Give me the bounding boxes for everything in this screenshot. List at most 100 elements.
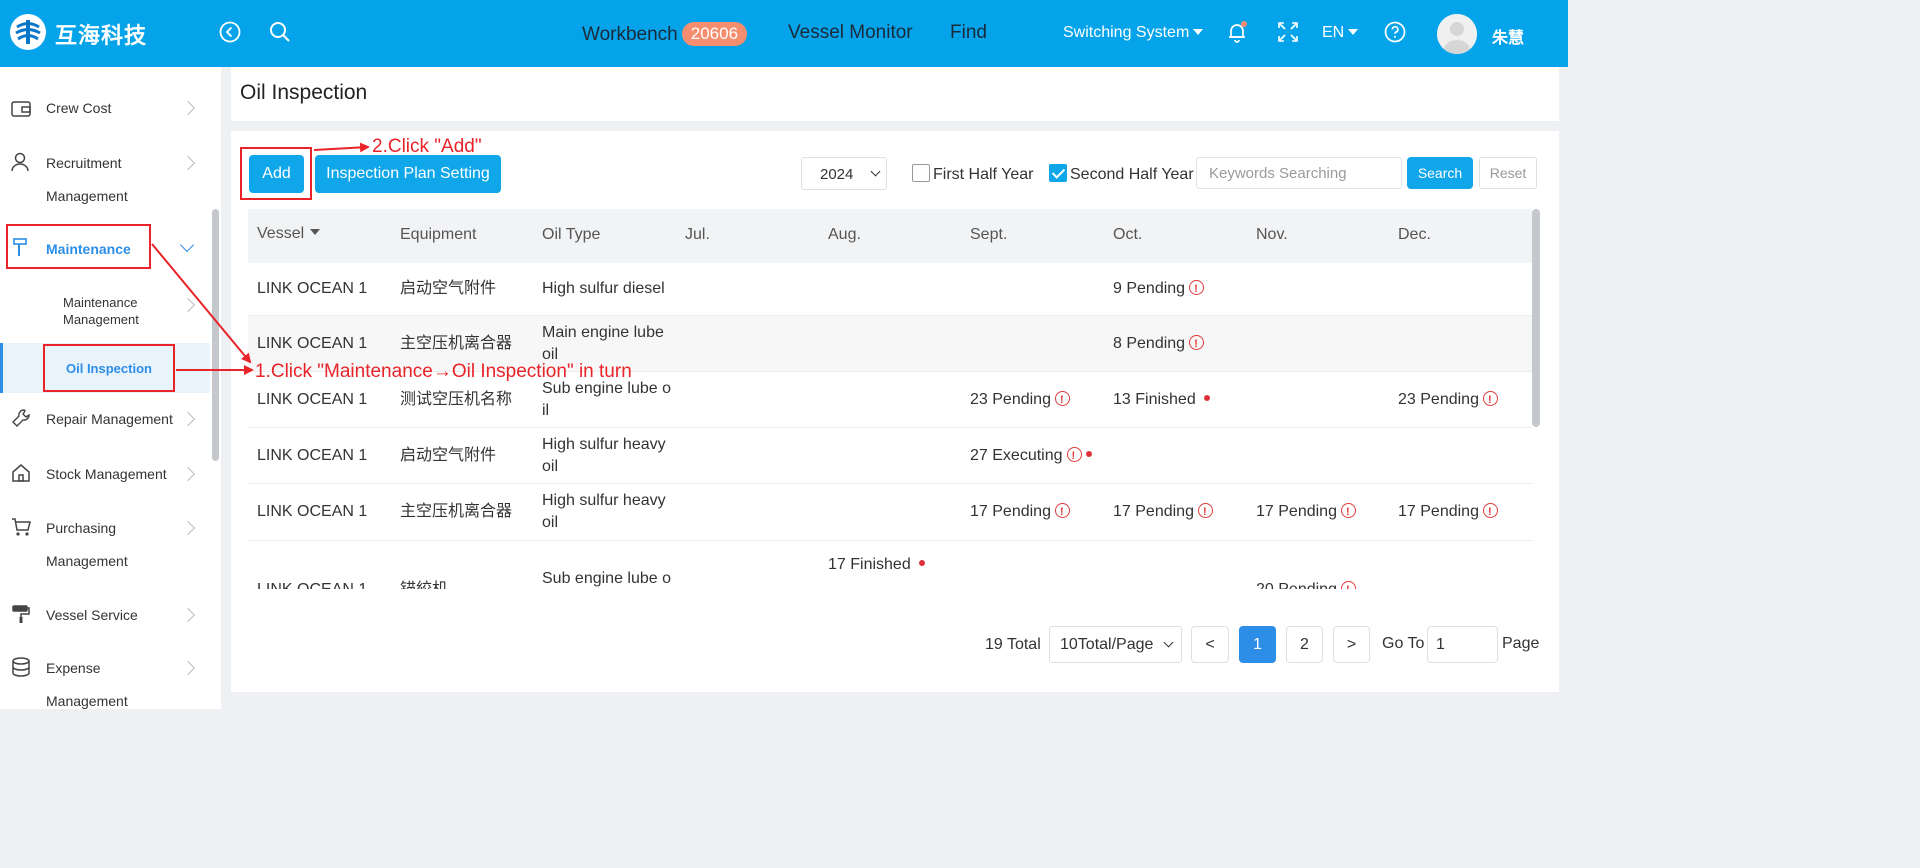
warning-icon	[1482, 389, 1498, 411]
next-page-button[interactable]: >	[1333, 626, 1370, 663]
second-half-year-checkbox[interactable]	[1049, 164, 1067, 182]
warning-icon	[1340, 501, 1356, 523]
back-icon[interactable]	[218, 20, 242, 44]
search-icon[interactable]	[268, 20, 292, 44]
cell-vessel: LINK OCEAN 1	[257, 335, 368, 352]
cell-equipment: 主空压机离合器	[400, 335, 513, 352]
status-text: 17 Pending	[1398, 503, 1479, 520]
cell-dec-status[interactable]: 23 Pending	[1398, 389, 1498, 411]
search-button[interactable]: Search	[1407, 157, 1473, 189]
keyword-search-input[interactable]	[1196, 157, 1402, 189]
cell-dec-status[interactable]: 17 Pending	[1398, 501, 1498, 523]
table-row[interactable]: LINK OCEAN 1 锚絞机 Sub engine lube o 17 Fi…	[248, 541, 1532, 589]
column-header-vessel[interactable]: Vessel	[257, 225, 321, 243]
oil-type-line: High sulfur heavy	[542, 436, 666, 453]
oil-type-line: il	[542, 402, 550, 419]
cell-nov-status[interactable]: 17 Pending	[1256, 501, 1356, 523]
sidebar-item-expense-management[interactable]: Expense Management	[0, 647, 221, 713]
language-label: EN	[1322, 24, 1345, 41]
sidebar-item-crew-cost[interactable]: Crew Cost	[0, 87, 221, 131]
avatar[interactable]	[1437, 14, 1477, 54]
goto-page-input[interactable]	[1427, 626, 1498, 663]
first-half-year-checkbox[interactable]	[912, 164, 930, 182]
annotation-highlight-add-button	[240, 147, 312, 200]
cell-vessel: LINK OCEAN 1	[257, 447, 368, 464]
status-text: 17 Pending	[1256, 503, 1337, 520]
sidebar-item-label: Vessel Service	[46, 607, 138, 623]
active-indicator	[0, 343, 3, 393]
cell-oct-status[interactable]: 8 Pending	[1113, 333, 1205, 355]
caret-down-icon	[1193, 29, 1204, 35]
annotation-highlight-oil-inspection	[43, 344, 175, 392]
page-1-button[interactable]: 1	[1239, 626, 1276, 663]
cell-vessel: LINK OCEAN 1	[257, 280, 368, 297]
page-label: Page	[1502, 635, 1540, 652]
cell-nov-status[interactable]: 20 Pending	[1256, 579, 1356, 589]
status-text: 27 Executing	[970, 447, 1063, 464]
sidebar-item-label: Crew Cost	[46, 100, 112, 116]
brand-name: 互海科技	[55, 24, 148, 49]
help-icon[interactable]	[1383, 20, 1407, 44]
page-size-value: 10Total/Page	[1060, 636, 1154, 653]
table-row[interactable]: LINK OCEAN 1 启动空气附件 High sulfur diesel 9…	[248, 263, 1532, 316]
chevron-right-icon	[180, 411, 196, 427]
warning-icon	[1340, 579, 1356, 589]
page-2-button[interactable]: 2	[1286, 626, 1323, 663]
inspection-plan-setting-button[interactable]: Inspection Plan Setting	[315, 155, 501, 193]
table-row[interactable]: LINK OCEAN 1 主空压机离合器 High sulfur heavy oi…	[248, 484, 1532, 541]
nav-vessel-monitor[interactable]: Vessel Monitor	[788, 22, 913, 44]
sidebar-scrollbar[interactable]	[212, 209, 219, 461]
chevron-down-icon	[179, 237, 195, 253]
sidebar-item-vessel-service[interactable]: Vessel Service	[0, 593, 221, 637]
column-header-equipment: Equipment	[400, 226, 477, 243]
sidebar-item-recruitment-management[interactable]: Recruitment Management	[0, 142, 221, 208]
status-text: 23 Pending	[970, 391, 1051, 408]
workbench-count-badge: 20606	[681, 22, 748, 46]
cell-oct-status[interactable]: 9 Pending	[1113, 278, 1205, 300]
username[interactable]: 朱慧	[1492, 24, 1524, 48]
table-row[interactable]: LINK OCEAN 1 启动空气附件 High sulfur heavy oil…	[248, 428, 1532, 484]
bell-icon[interactable]	[1225, 20, 1249, 44]
status-text: 17 Finished	[828, 556, 911, 573]
status-text: 9 Pending	[1113, 280, 1186, 297]
annotation-step-1: 1.Click "Maintenance→Oil Inspection" in …	[255, 361, 632, 382]
prev-page-button[interactable]: <	[1191, 626, 1229, 663]
cell-vessel: LINK OCEAN 1	[257, 391, 368, 408]
cell-equipment: 主空压机离合器	[400, 503, 513, 520]
chevron-down-icon	[870, 166, 881, 177]
page-size-select[interactable]: 10Total/Page	[1049, 626, 1182, 663]
top-header: 互海科技 Workbench 20606 Vessel Monitor Find …	[0, 0, 1568, 67]
cell-sept-status[interactable]: 27 Executing	[970, 445, 1092, 467]
sidebar-item-label: Repair Management	[46, 411, 173, 427]
nav-workbench-label: Workbench	[582, 24, 678, 45]
cell-oct-status[interactable]: 17 Pending	[1113, 501, 1213, 523]
reset-button[interactable]: Reset	[1479, 157, 1537, 189]
chevron-right-icon	[180, 660, 196, 676]
table-scrollbar[interactable]	[1532, 209, 1540, 427]
chevron-right-icon	[180, 607, 196, 623]
annotation-step-2: 2.Click "Add"	[372, 136, 482, 157]
cell-sept-status[interactable]: 17 Pending	[970, 501, 1070, 523]
warning-icon	[1054, 389, 1070, 411]
switching-system-label: Switching System	[1063, 24, 1190, 41]
cell-sept-status[interactable]: 23 Pending	[970, 389, 1070, 411]
sidebar-item-purchasing-management[interactable]: Purchasing Management	[0, 507, 221, 573]
nav-find[interactable]: Find	[950, 22, 987, 44]
sidebar-item-repair-management[interactable]: Repair Management	[0, 397, 221, 441]
language-dropdown[interactable]: EN	[1322, 24, 1359, 42]
sidebar-item-stock-management[interactable]: Stock Management	[0, 452, 221, 496]
fullscreen-icon[interactable]	[1276, 20, 1300, 44]
nav-workbench[interactable]: Workbench 20606	[582, 22, 748, 46]
status-text: 23 Pending	[1398, 391, 1479, 408]
cell-vessel: LINK OCEAN 1	[257, 503, 368, 520]
cell-oct-status[interactable]: 13 Finished	[1113, 389, 1210, 411]
sort-caret-icon	[310, 229, 321, 235]
cell-equipment: 锚絞机	[400, 579, 448, 589]
page-title: Oil Inspection	[240, 81, 368, 104]
year-select[interactable]: 2024	[801, 157, 887, 190]
switching-system-dropdown[interactable]: Switching System	[1063, 24, 1204, 42]
sidebar-item-maintenance-management[interactable]: Maintenance Management	[0, 287, 221, 337]
cell-aug-status[interactable]: 17 Finished	[828, 554, 925, 576]
table-header: Vessel Equipment Oil Type Jul. Aug. Sept…	[248, 209, 1532, 263]
oil-inspection-table: Vessel Equipment Oil Type Jul. Aug. Sept…	[248, 209, 1532, 589]
